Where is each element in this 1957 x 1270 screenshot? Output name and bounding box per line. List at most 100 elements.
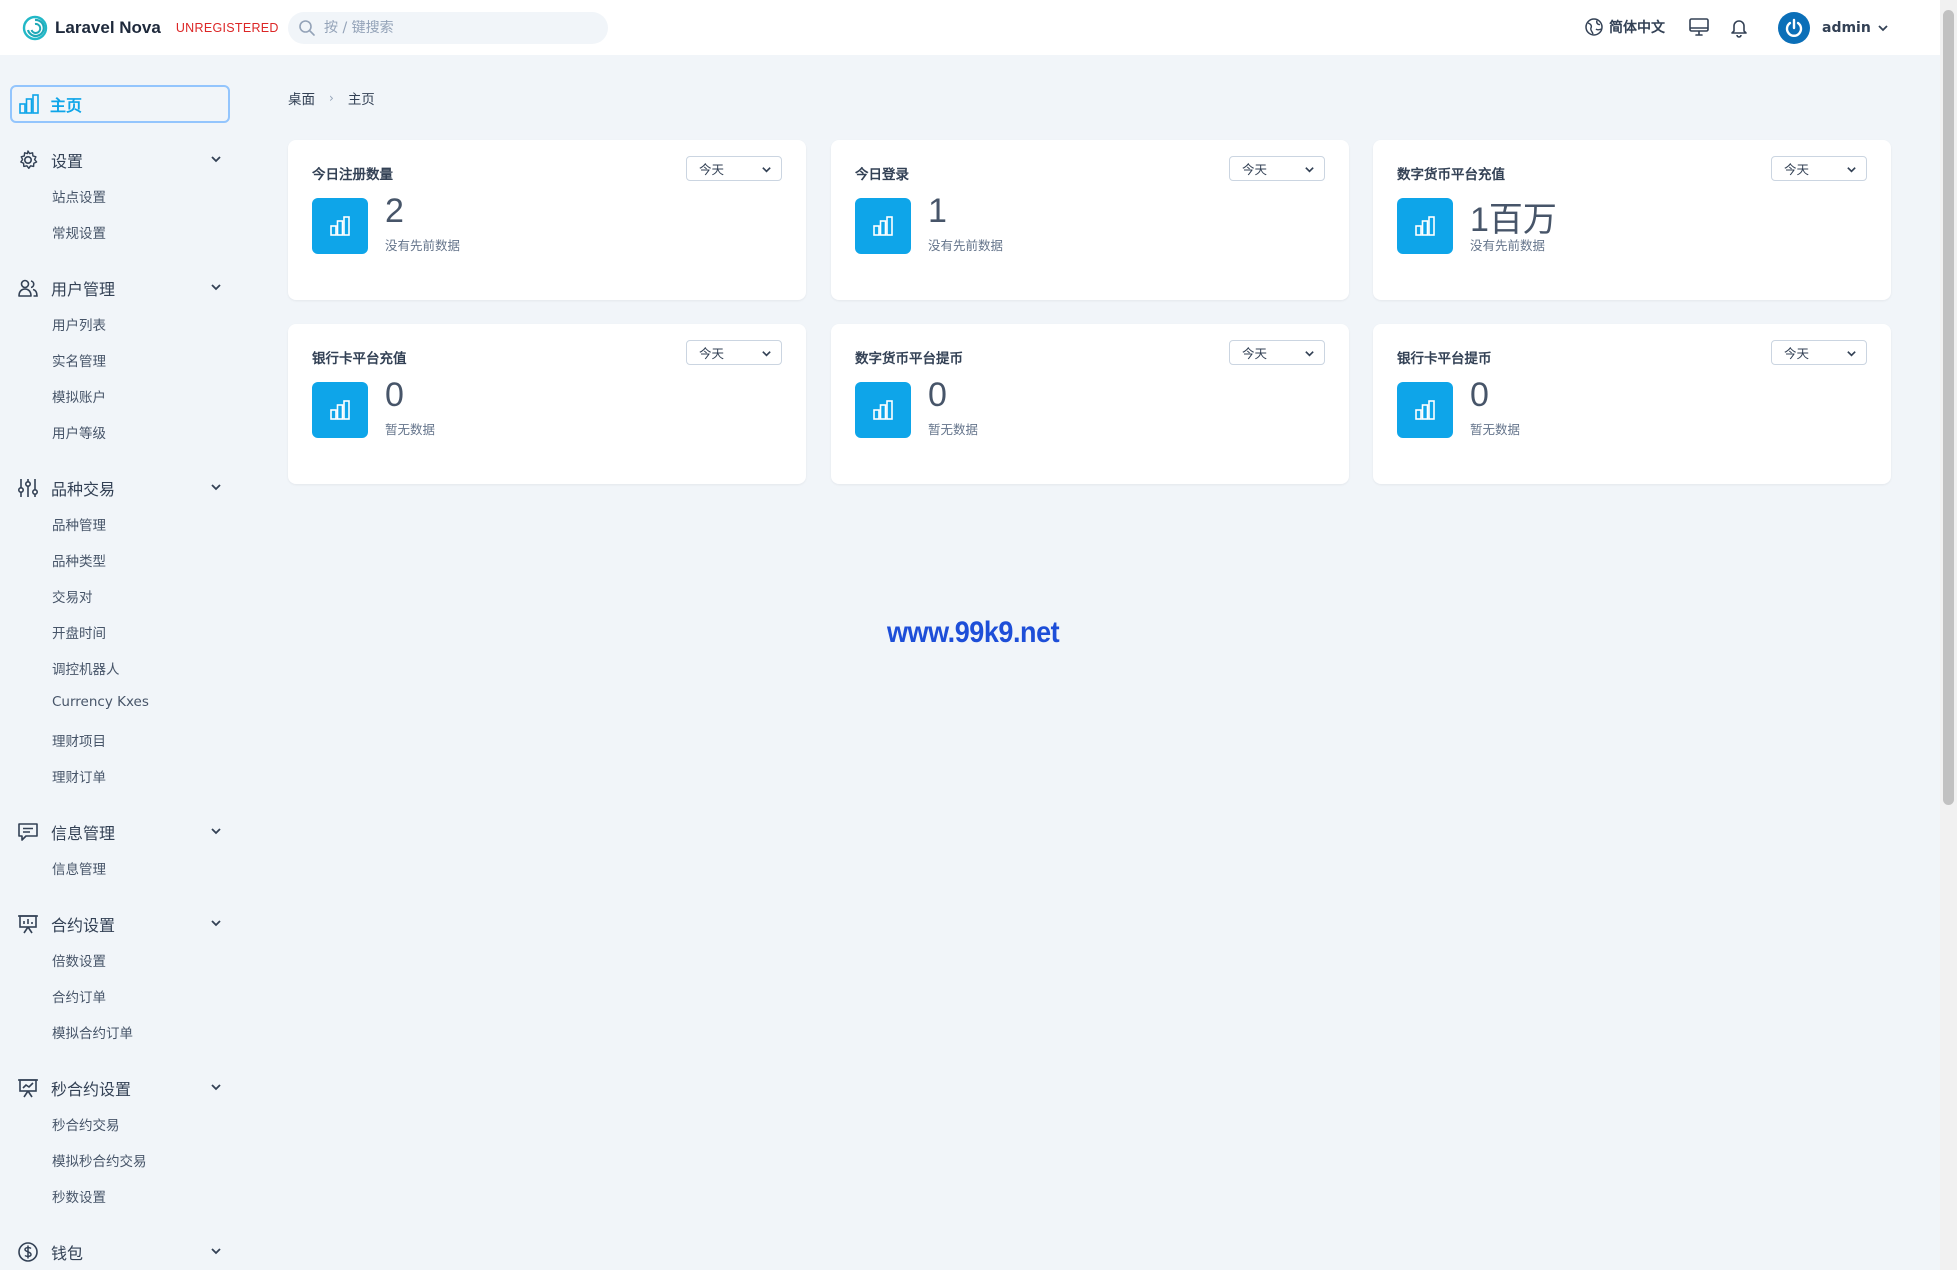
card-icon: [312, 382, 368, 438]
sidebar-group-wallet[interactable]: 钱包: [17, 1240, 222, 1264]
language-label: 简体中文: [1609, 20, 1665, 36]
card-icon: [312, 198, 368, 254]
search-box[interactable]: [288, 12, 608, 44]
card-subtext: 暂无数据: [385, 422, 436, 437]
bar-chart-icon: [1415, 216, 1435, 236]
sidebar-group-label: 秒合约设置: [51, 1080, 132, 1099]
card-icon: [1397, 198, 1453, 254]
range-select-value: 今天: [1242, 162, 1268, 177]
gear-icon: [20, 150, 38, 169]
chevron-down-icon: [211, 156, 221, 163]
bar-chart-icon: [873, 216, 893, 236]
sidebar-item-general-settings[interactable]: 常规设置: [52, 222, 106, 242]
page-scrollbar[interactable]: [1940, 0, 1957, 1270]
sidebar-item-symbol-types[interactable]: 品种类型: [52, 550, 106, 570]
top-header: Laravel Nova UNREGISTERED 简体中文: [0, 0, 1940, 55]
range-select[interactable]: 今天: [686, 340, 782, 365]
chevron-down-icon: [211, 1248, 221, 1255]
range-select[interactable]: 今天: [1229, 156, 1325, 181]
range-select[interactable]: 今天: [1229, 340, 1325, 365]
metric-card-registrations: 今日注册数量 今天 2 没有先前数据: [288, 140, 806, 300]
user-menu[interactable]: admin: [1778, 12, 1889, 44]
chevron-down-icon: [211, 828, 221, 835]
card-subtext: 没有先前数据: [385, 238, 461, 253]
search-input[interactable]: [324, 20, 584, 36]
sidebar-group-trading[interactable]: 品种交易: [17, 476, 222, 500]
card-subtext: 没有先前数据: [1470, 238, 1546, 253]
watermark-text: www.99k9.net: [887, 616, 1060, 649]
chevron-down-icon: [211, 1084, 221, 1091]
breadcrumb-current: 主页: [347, 92, 375, 108]
sidebar-group-label: 钱包: [51, 1244, 84, 1263]
sidebar-group-contracts[interactable]: 合约设置: [17, 912, 222, 936]
sidebar-group-settings[interactable]: 设置: [17, 148, 222, 172]
language-switcher[interactable]: 简体中文: [1584, 17, 1665, 37]
sidebar-item-contract-orders[interactable]: 合约订单: [52, 986, 106, 1006]
card-value: 2: [385, 192, 404, 230]
bar-chart-icon: [873, 400, 893, 420]
sidebar-group-label: 用户管理: [51, 280, 116, 299]
app-logo[interactable]: Laravel Nova UNREGISTERED: [22, 15, 279, 41]
metric-card-crypto-withdrawals: 数字货币平台提币 今天 0 暂无数据: [831, 324, 1349, 484]
sidebar: 主页 设置 站点设置 常规设置 用户管理 用户列表 实名管理 模拟账户 用户等级: [0, 55, 240, 1270]
card-value: 1百万: [1470, 201, 1557, 239]
sidebar-item-market-hours[interactable]: 开盘时间: [52, 622, 106, 642]
presentation-chart-icon: [18, 915, 38, 934]
sidebar-item-robots[interactable]: 调控机器人: [52, 658, 120, 678]
monitor-icon[interactable]: [1688, 16, 1710, 38]
chevron-down-icon: [211, 284, 221, 291]
metric-card-crypto-deposits: 数字货币平台充值 今天 1百万 没有先前数据: [1373, 140, 1891, 300]
sidebar-item-demo-second-trades[interactable]: 模拟秒合约交易: [52, 1150, 147, 1170]
trend-chart-icon: [18, 1079, 38, 1098]
unregistered-badge: UNREGISTERED: [175, 21, 279, 35]
breadcrumb-root[interactable]: 桌面: [288, 88, 315, 108]
sidebar-item-finance-projects[interactable]: 理财项目: [52, 730, 106, 750]
sidebar-group-users[interactable]: 用户管理: [17, 276, 222, 300]
card-title: 数字货币平台充值: [1397, 167, 1505, 183]
sidebar-group-second-contracts[interactable]: 秒合约设置: [17, 1076, 222, 1100]
bar-chart-icon: [330, 400, 350, 420]
metric-card-bank-withdrawals: 银行卡平台提币 今天 0 暂无数据: [1373, 324, 1891, 484]
users-icon: [18, 279, 38, 297]
range-select[interactable]: 今天: [686, 156, 782, 181]
sidebar-group-messages[interactable]: 信息管理: [17, 820, 222, 844]
sidebar-home-label: 主页: [50, 96, 83, 115]
sidebar-item-messages[interactable]: 信息管理: [52, 858, 106, 878]
sidebar-item-demo-contract-orders[interactable]: 模拟合约订单: [52, 1022, 133, 1042]
sliders-icon: [17, 479, 39, 497]
chevron-down-icon: [211, 920, 221, 927]
sidebar-item-second-trades[interactable]: 秒合约交易: [52, 1114, 120, 1134]
sidebar-group-label: 合约设置: [51, 916, 116, 935]
chevron-down-icon: [762, 351, 771, 357]
range-select-value: 今天: [699, 162, 725, 177]
sidebar-item-currency-kxes[interactable]: Currency Kxes: [52, 694, 149, 710]
bell-icon[interactable]: [1728, 16, 1750, 38]
sidebar-item-user-levels[interactable]: 用户等级: [52, 422, 106, 442]
sidebar-item-symbols[interactable]: 品种管理: [52, 514, 106, 534]
scrollbar-thumb[interactable]: [1943, 10, 1954, 805]
range-select[interactable]: 今天: [1771, 156, 1867, 181]
breadcrumb: 桌面 › 主页: [288, 88, 375, 108]
sidebar-item-seconds-settings[interactable]: 秒数设置: [52, 1186, 106, 1206]
card-subtext: 没有先前数据: [928, 238, 1004, 253]
user-name: admin: [1822, 20, 1871, 36]
power-icon: [1785, 18, 1803, 37]
range-select-value: 今天: [699, 346, 725, 361]
sidebar-item-home[interactable]: 主页: [10, 85, 230, 123]
nova-logo-icon: [22, 15, 48, 41]
card-icon: [1397, 382, 1453, 438]
sidebar-item-finance-orders[interactable]: 理财订单: [52, 766, 106, 786]
card-subtext: 暂无数据: [928, 422, 979, 437]
card-value: 0: [385, 376, 404, 414]
sidebar-item-demo-accounts[interactable]: 模拟账户: [52, 386, 106, 406]
sidebar-item-kyc[interactable]: 实名管理: [52, 350, 106, 370]
sidebar-item-leverage[interactable]: 倍数设置: [52, 950, 106, 970]
sidebar-item-site-settings[interactable]: 站点设置: [52, 186, 106, 206]
range-select[interactable]: 今天: [1771, 340, 1867, 365]
avatar: [1778, 12, 1810, 44]
sidebar-item-user-list[interactable]: 用户列表: [52, 314, 106, 334]
bar-chart-icon: [1415, 400, 1435, 420]
metric-card-bank-deposits: 银行卡平台充值 今天 0 暂无数据: [288, 324, 806, 484]
card-value: 0: [1470, 376, 1489, 414]
sidebar-item-trading-pairs[interactable]: 交易对: [52, 586, 93, 606]
